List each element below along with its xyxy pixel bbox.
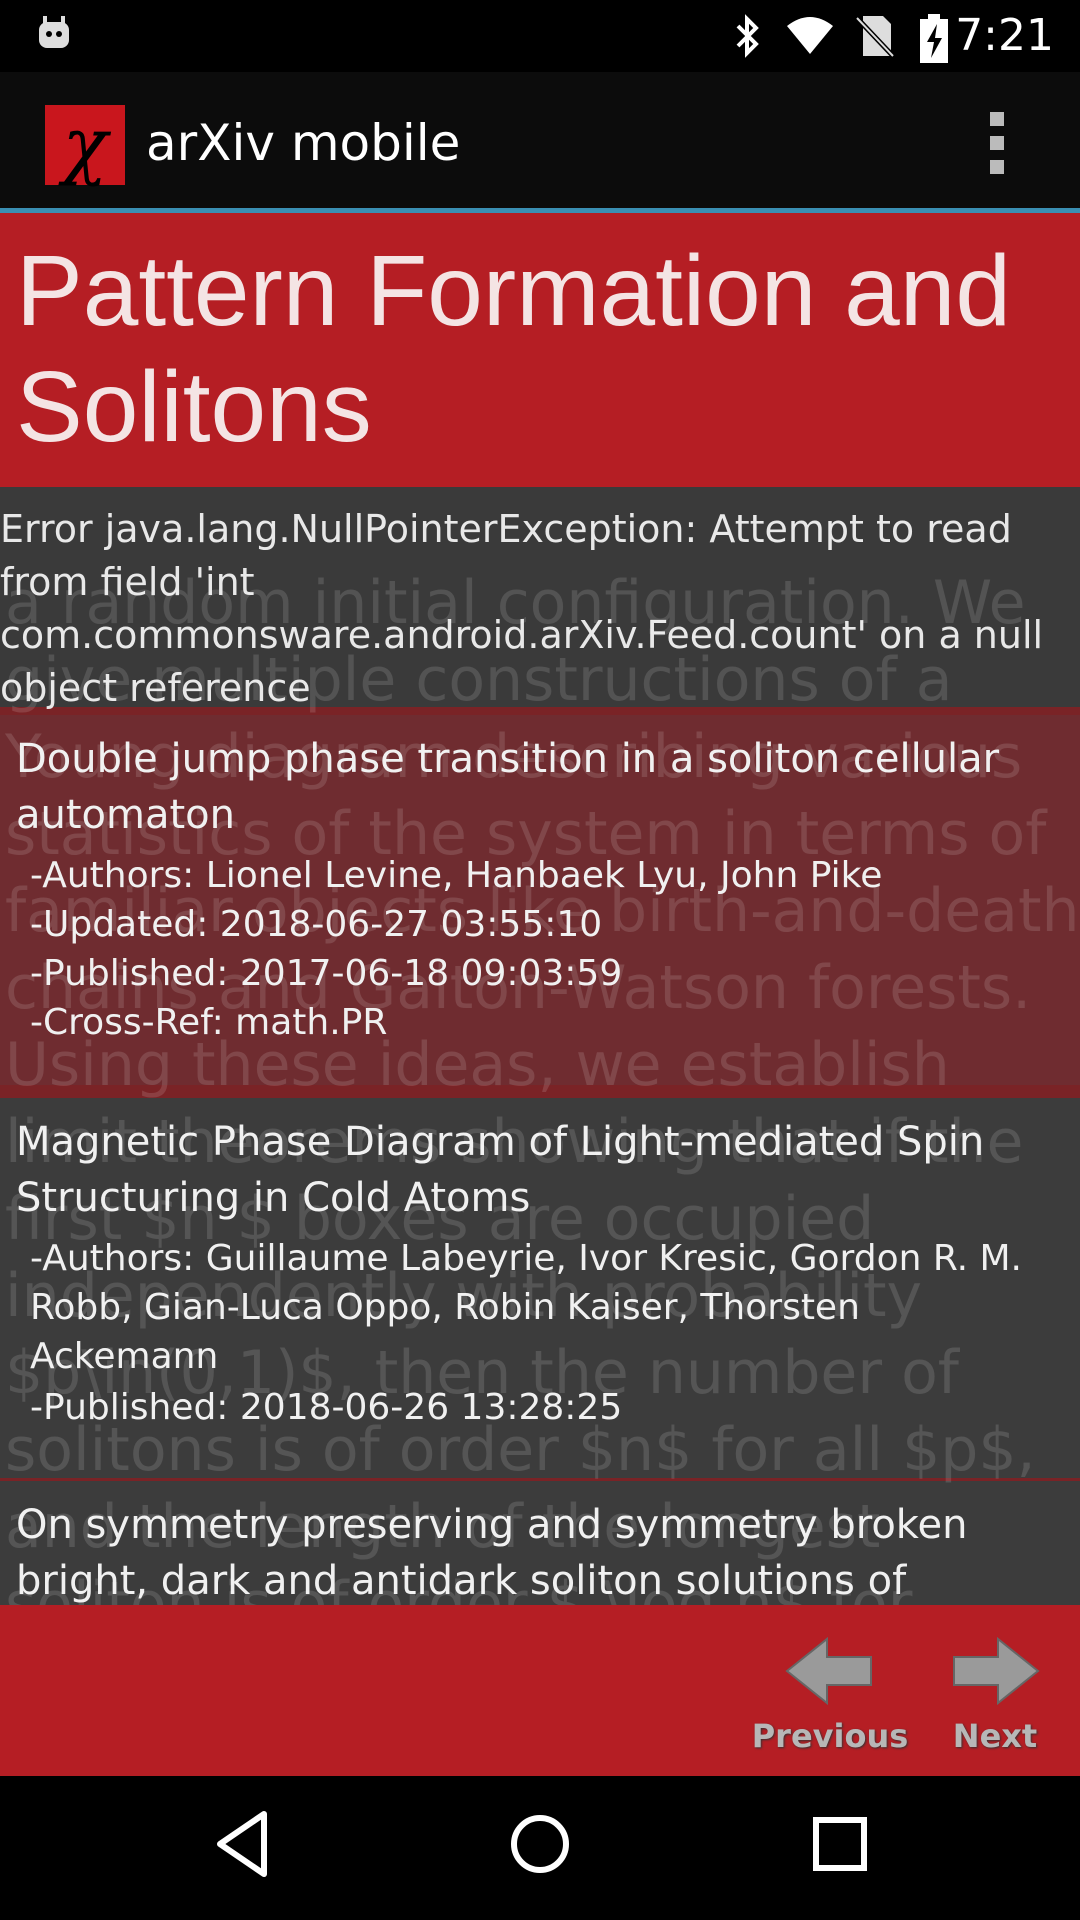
recents-icon[interactable]: [810, 1808, 870, 1884]
paper-authors: -Authors: Guillaume Labeyrie, Ivor Kresi…: [30, 1238, 1022, 1377]
paper-list-item[interactable]: Magnetic Phase Diagram of Light-mediated…: [0, 1098, 1080, 1478]
paper-list-item[interactable]: Double jump phase transition in a solito…: [0, 715, 1080, 1085]
arrow-right-icon: [950, 1635, 1040, 1711]
app-logo[interactable]: χ: [45, 105, 125, 185]
status-bar: 7:21: [0, 0, 1080, 72]
app-logo-glyph: χ: [62, 102, 108, 188]
paper-title: Magnetic Phase Diagram of Light-mediated…: [16, 1119, 985, 1221]
home-icon[interactable]: [508, 1808, 572, 1884]
paper-published: -Published: 2017-06-18 09:03:59: [30, 953, 623, 994]
previous-label: Previous: [751, 1717, 909, 1755]
error-box: Error java.lang.NullPointerException: At…: [0, 487, 1080, 710]
app-title: arXiv mobile: [146, 114, 461, 172]
paper-title: Double jump phase transition in a solito…: [16, 736, 1000, 838]
title-area: Pattern Formation and Solitons: [0, 213, 1080, 487]
previous-button[interactable]: Previous: [745, 1635, 915, 1765]
paper-updated: -Updated: 2018-06-27 03:55:10: [30, 904, 603, 945]
bluetooth-icon: [730, 14, 766, 62]
pagination-bar: [0, 1605, 1080, 1776]
error-message: Error java.lang.NullPointerException: At…: [0, 507, 1044, 710]
next-label: Next: [952, 1717, 1038, 1755]
no-sim-icon: [855, 14, 895, 62]
wifi-icon: [785, 14, 835, 62]
arrow-left-icon: [785, 1635, 875, 1711]
paper-title: On symmetry preserving and symmetry brok…: [16, 1502, 968, 1604]
system-navigation-bar: [0, 1776, 1080, 1920]
clock: 7:21: [955, 10, 1054, 61]
main-content[interactable]: Pattern Formation and Solitons Error jav…: [0, 213, 1080, 1776]
android-debug-icon: [36, 14, 72, 54]
paper-cross-ref: -Cross-Ref: math.PR: [30, 1002, 388, 1043]
next-button[interactable]: Next: [940, 1635, 1050, 1765]
paper-published: -Published: 2018-06-26 13:28:25: [30, 1387, 623, 1428]
back-icon[interactable]: [212, 1808, 272, 1884]
paper-authors: -Authors: Lionel Levine, Hanbaek Lyu, Jo…: [30, 855, 883, 896]
battery-charging-icon: [918, 14, 950, 68]
page-title: Pattern Formation and Solitons: [16, 235, 1011, 463]
overflow-menu-icon[interactable]: [982, 112, 1012, 178]
